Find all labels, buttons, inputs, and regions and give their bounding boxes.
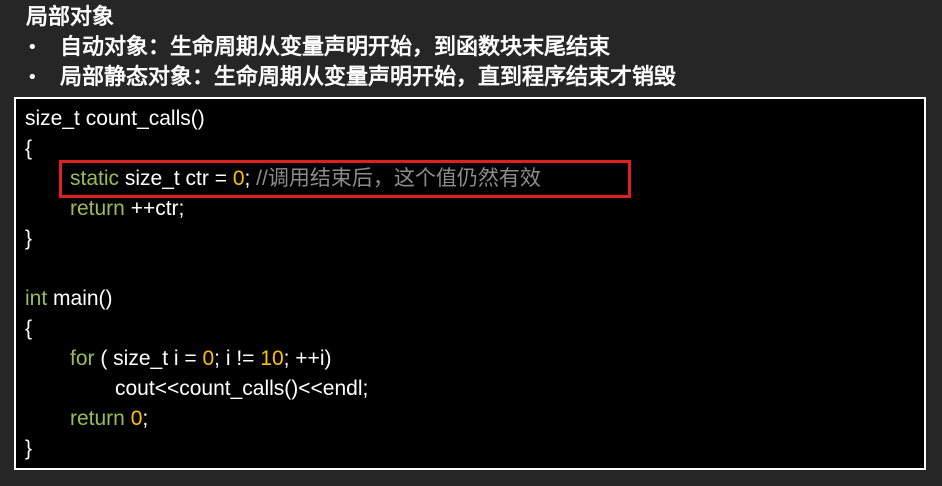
code-line-8: { <box>25 314 32 344</box>
bullet-dot: • <box>27 37 38 58</box>
code-line-5: } <box>25 224 32 254</box>
code-line-1: size_t count_calls() <box>25 104 205 134</box>
code-block: size_t count_calls() { static size_t ctr… <box>14 97 926 470</box>
highlight-box <box>59 160 631 198</box>
code-text: ; <box>142 407 149 430</box>
bullet-text: 自动对象：生命周期从变量声明开始，到函数块末尾结束 <box>60 35 611 60</box>
code-text: main() <box>47 287 113 310</box>
number-literal: 10 <box>260 347 284 370</box>
bullet-item-static-object: • 局部静态对象：生命周期从变量声明开始，直到程序结束才销毁 <box>0 63 942 93</box>
code-line-2: { <box>25 134 32 164</box>
code-line-7: int main() <box>25 284 113 314</box>
code-text: size_t count_calls() <box>25 107 205 130</box>
bullet-dot: • <box>27 67 38 88</box>
code-text: cout<<count_calls()<<endl; <box>115 377 369 400</box>
keyword-for: for <box>70 347 95 370</box>
code-text: ; ++i) <box>283 347 332 370</box>
code-text: } <box>25 437 33 460</box>
code-text: } <box>25 227 33 250</box>
bullet-item-automatic-object: • 自动对象：生命周期从变量声明开始，到函数块末尾结束 <box>0 33 942 63</box>
code-line-10: cout<<count_calls()<<endl; <box>115 374 368 404</box>
code-text: ++ctr; <box>124 197 185 220</box>
code-text: ( size_t i = <box>94 347 203 370</box>
code-text: { <box>25 137 33 160</box>
keyword-return: return <box>70 407 125 430</box>
code-text: ; i != <box>214 347 261 370</box>
number-literal: 0 <box>130 407 143 430</box>
bullet-text: 局部静态对象：生命周期从变量声明开始，直到程序结束才销毁 <box>60 65 677 90</box>
code-text: { <box>25 317 33 340</box>
number-literal: 0 <box>202 347 215 370</box>
keyword-return: return <box>70 197 125 220</box>
code-line-12: } <box>25 434 32 464</box>
keyword-int: int <box>25 287 48 310</box>
code-line-4: return ++ctr; <box>70 194 184 224</box>
code-line-11: return 0; <box>70 404 148 434</box>
slide-title: 局部对象 <box>26 5 115 30</box>
code-line-9: for ( size_t i = 0; i != 10; ++i) <box>70 344 331 374</box>
